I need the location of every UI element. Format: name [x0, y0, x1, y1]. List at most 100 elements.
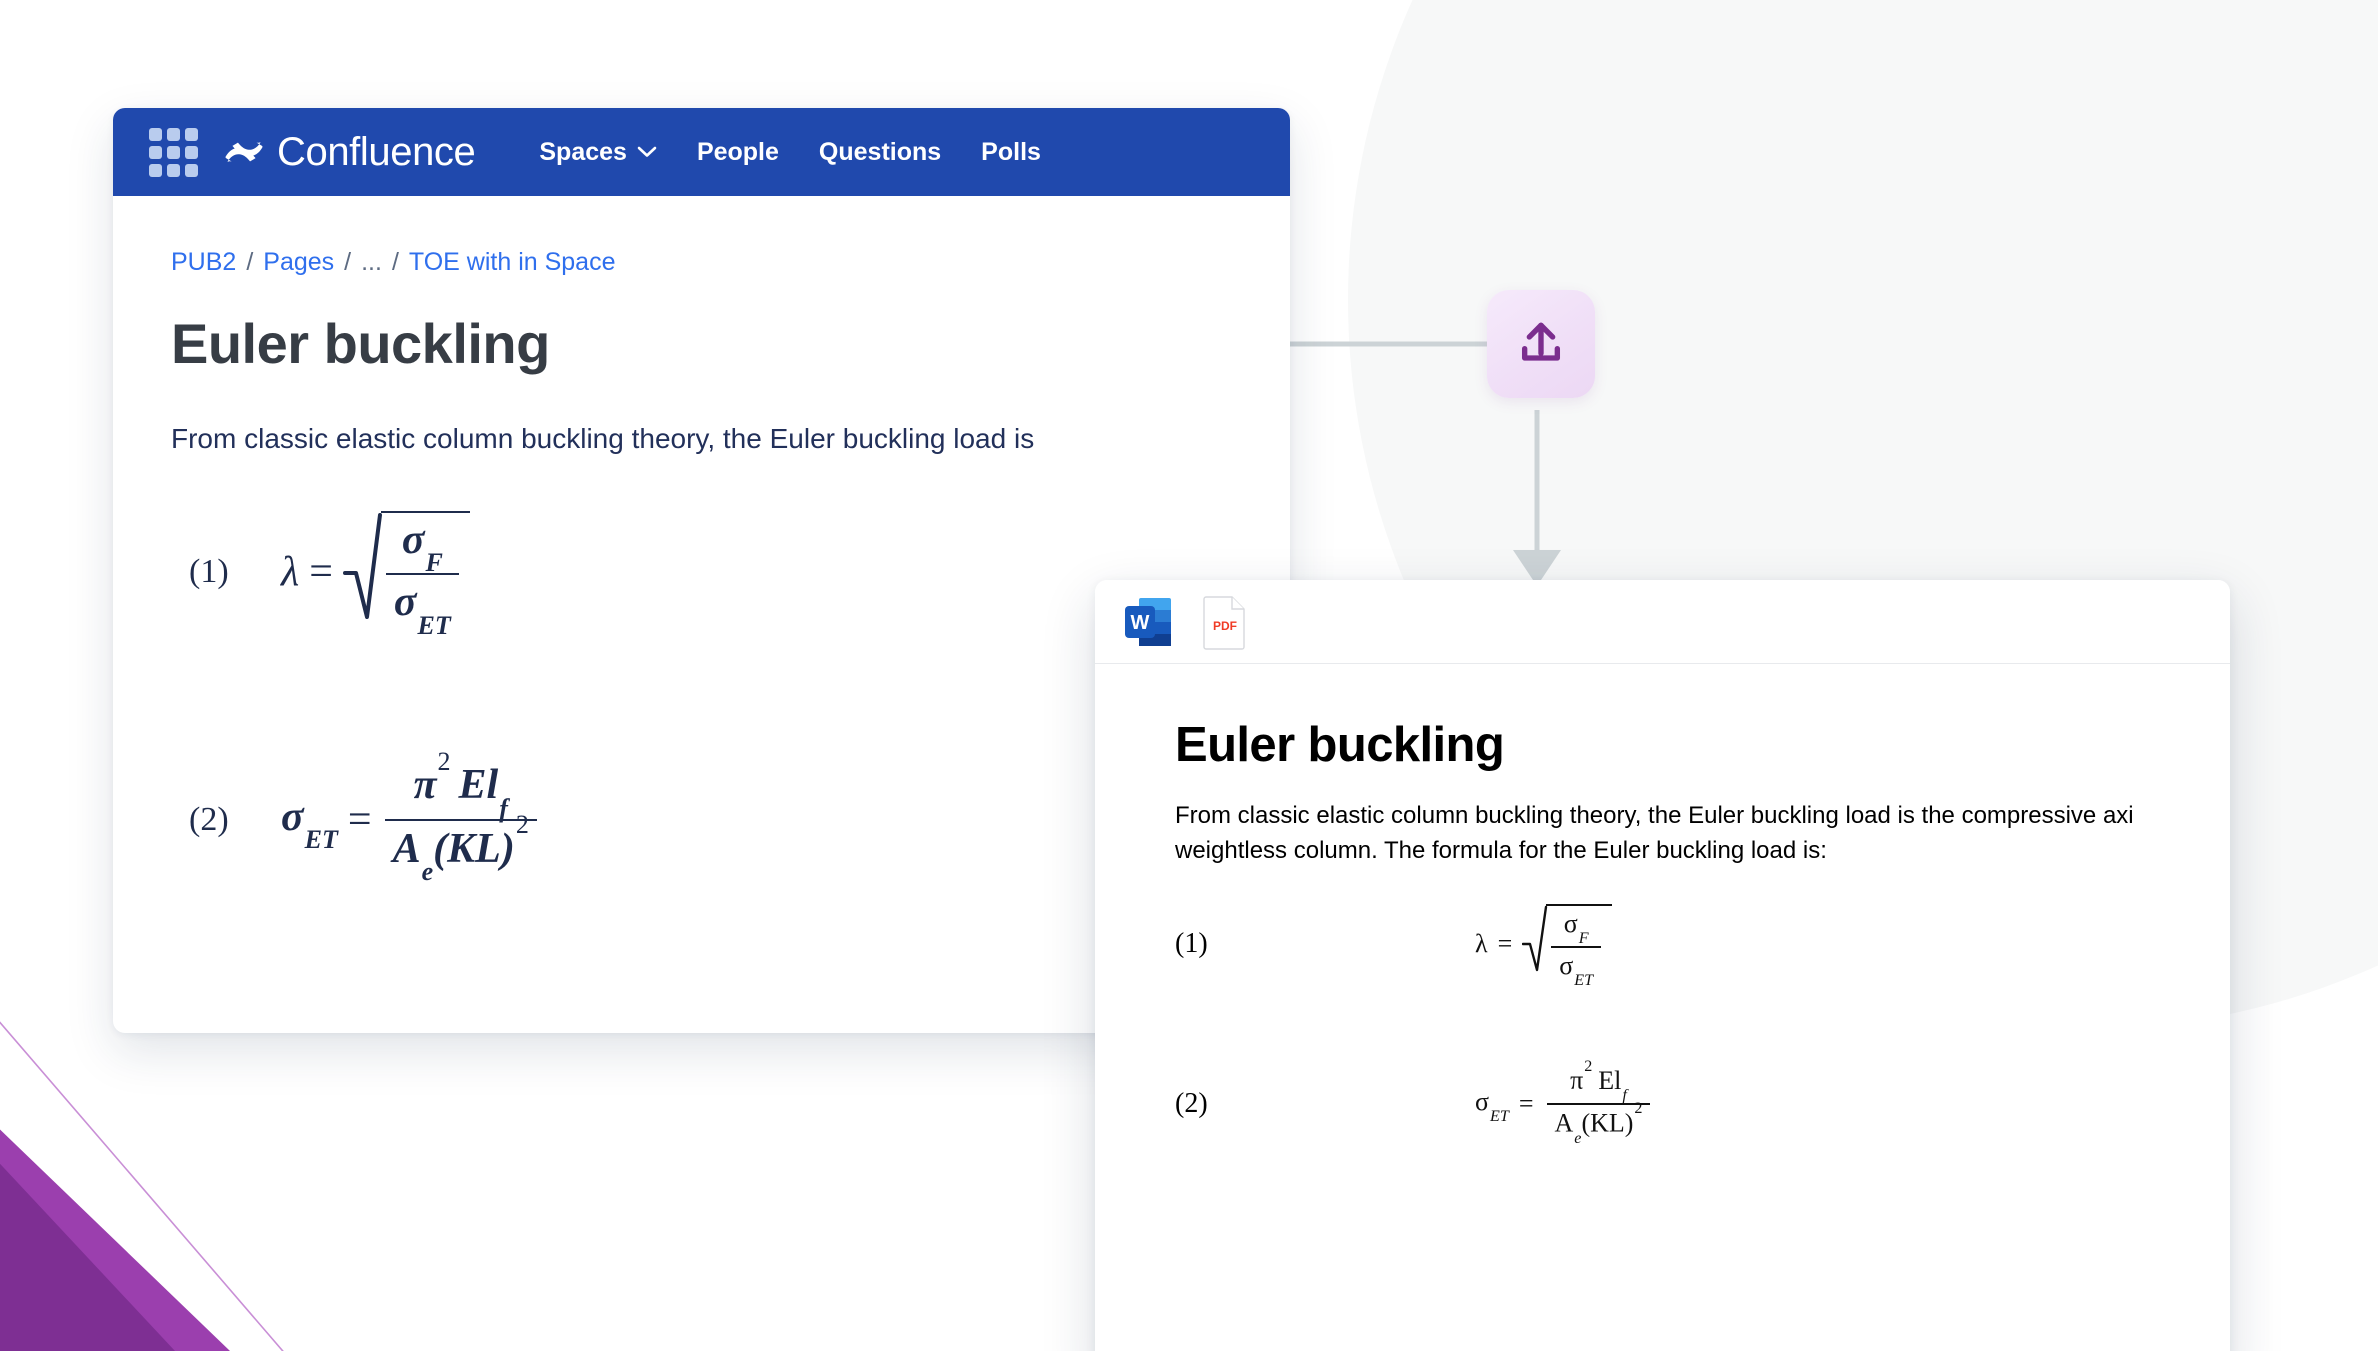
breadcrumb-item-ellipsis[interactable]: ... — [361, 250, 382, 275]
confluence-brand-link[interactable]: Confluence — [225, 130, 476, 174]
document-paragraph-line-2: weightless column. The formula for the E… — [1175, 836, 1827, 864]
pi-exponent: 2 — [437, 746, 451, 776]
formula-2-fraction: π2Elf Ae(KL)2 — [384, 747, 537, 886]
breadcrumb-separator: / — [344, 248, 352, 276]
square-root-icon: σF σET — [342, 511, 470, 640]
document-formula-2-expression: σET = π2 Elf Ae(KL)2 — [1475, 1058, 1653, 1147]
document-formula-1-radicand: σF σET — [1546, 903, 1613, 990]
formula-2-lhs-subscript: ET — [304, 825, 338, 855]
document-title: Euler buckling — [1175, 718, 1505, 772]
document-formula-2-denominator: Ae(KL)2 — [1547, 1100, 1651, 1147]
document-formula-2-lhs-subscript: ET — [1490, 1108, 1509, 1126]
document-formula-1-numerator: σF — [1556, 908, 1597, 948]
numerator-subscript: f — [1622, 1087, 1627, 1105]
pdf-document-icon[interactable]: PDF — [1201, 594, 1249, 650]
svg-text:W: W — [1131, 612, 1150, 634]
denominator-subscript: ET — [1574, 972, 1594, 990]
app-switcher-icon[interactable] — [147, 126, 199, 178]
fraction-bar — [385, 573, 459, 576]
denominator-symbol: σ — [393, 579, 417, 626]
area-symbol: A — [392, 825, 421, 872]
formula-1-numerator: σF — [394, 516, 451, 577]
grid-dot — [148, 127, 162, 141]
denominator-exponent: 2 — [515, 810, 529, 840]
word-document-icon[interactable]: W — [1123, 594, 1175, 650]
document-paragraph-line-1: From classic elastic column buckling the… — [1175, 802, 2134, 830]
document-formula-2: (2) σET = π2 Elf Ae(KL)2 — [1175, 1058, 2230, 1147]
numerator-terms: El — [1598, 1065, 1622, 1095]
formula-2-denominator: Ae(KL)2 — [385, 810, 537, 886]
confluence-logo-icon — [225, 142, 263, 162]
fraction-bar — [384, 818, 537, 821]
nav-item-questions[interactable]: Questions — [799, 130, 961, 175]
document-formula-1-denominator: σET — [1551, 950, 1601, 990]
document-page: Euler buckling From classic elastic colu… — [1095, 664, 2230, 1351]
denominator-subscript: ET — [417, 610, 451, 640]
document-formula-2-fraction: π2 Elf Ae(KL)2 — [1546, 1058, 1651, 1147]
breadcrumb: PUB2 / Pages / ... / TOE with in Space — [171, 250, 1290, 275]
formula-2-number: (2) — [189, 800, 229, 838]
numerator-subscript: F — [1578, 930, 1589, 948]
formula-1-fraction: σF σET — [385, 516, 459, 640]
upload-action-badge[interactable] — [1487, 290, 1595, 398]
document-formula-1: (1) λ = σF σET — [1175, 903, 2230, 990]
nav-item-polls[interactable]: Polls — [961, 130, 1061, 175]
formula-1-operator: = — [309, 548, 333, 595]
document-formula-1-expression: λ = σF σET — [1475, 903, 1613, 990]
formula-2-operator: = — [347, 796, 372, 843]
numerator-terms: El — [458, 762, 499, 809]
confluence-header: Confluence Spaces People Questions Polls — [113, 108, 1290, 196]
document-formula-1-lhs: λ — [1475, 929, 1488, 959]
formula-2-lhs-symbol: σ — [281, 793, 304, 840]
area-subscript: e — [421, 856, 434, 886]
grid-dot — [166, 145, 180, 159]
chevron-down-icon — [637, 146, 657, 157]
upload-icon — [1521, 322, 1561, 361]
breadcrumb-item-current[interactable]: TOE with in Space — [409, 250, 616, 275]
document-formula-2-lhs: σET — [1475, 1086, 1509, 1126]
denominator-symbol: σ — [1559, 950, 1574, 980]
document-formula-2-operator: = — [1518, 1088, 1534, 1118]
radical-glyph — [342, 513, 382, 620]
formula-1-number: (1) — [189, 552, 229, 590]
page-paragraph: From classic elastic column buckling the… — [171, 422, 1035, 454]
breadcrumb-separator: / — [246, 248, 254, 276]
numerator-symbol: σ — [1563, 908, 1578, 938]
square-root-icon: σF σET — [1522, 903, 1613, 990]
document-paragraph: From classic elastic column buckling the… — [1175, 799, 2230, 867]
area-symbol: A — [1554, 1108, 1574, 1138]
page-title: Euler buckling — [171, 312, 550, 375]
svg-text:PDF: PDF — [1213, 619, 1237, 633]
breadcrumb-separator: / — [391, 248, 399, 276]
grid-dot — [148, 163, 162, 177]
grid-dot — [166, 163, 180, 177]
document-preview-window: W PDF Euler buckling From classic elasti… — [1095, 580, 2230, 1351]
nav-item-questions-label: Questions — [818, 137, 942, 166]
denominator-paren-term: (KL) — [1581, 1108, 1634, 1138]
document-formula-2-lhs-symbol: σ — [1475, 1086, 1490, 1116]
screenshot-stage: Confluence Spaces People Questions Polls — [0, 0, 2378, 1351]
numerator-symbol: σ — [401, 517, 425, 564]
grid-dot — [184, 127, 198, 141]
formula-2-expression: σET = π2Elf Ae(KL)2 — [281, 747, 540, 886]
numerator-subscript: f — [499, 793, 508, 823]
nav-item-people-label: People — [696, 137, 779, 166]
nav-item-spaces-label: Spaces — [539, 137, 627, 166]
confluence-nav: Spaces People Questions Polls — [519, 130, 1061, 175]
formula-1-lhs: λ — [281, 548, 300, 595]
document-format-tabs: W PDF — [1095, 580, 2230, 664]
pi-symbol: π — [413, 762, 437, 809]
pi-exponent: 2 — [1584, 1057, 1593, 1075]
nav-item-people[interactable]: People — [677, 130, 799, 175]
breadcrumb-item-pages[interactable]: Pages — [263, 250, 334, 275]
grid-dot — [184, 145, 198, 159]
confluence-brand-text: Confluence — [277, 130, 476, 174]
document-formula-1-number: (1) — [1175, 928, 1208, 960]
formula-1-denominator: σET — [386, 578, 459, 639]
breadcrumb-item-space[interactable]: PUB2 — [171, 250, 236, 275]
nav-item-spaces[interactable]: Spaces — [519, 130, 677, 175]
nav-item-polls-label: Polls — [981, 137, 1041, 166]
formula-1-radicand: σF σET — [380, 511, 470, 640]
fraction-bar — [1551, 945, 1602, 948]
document-formula-2-number: (2) — [1175, 1087, 1208, 1119]
